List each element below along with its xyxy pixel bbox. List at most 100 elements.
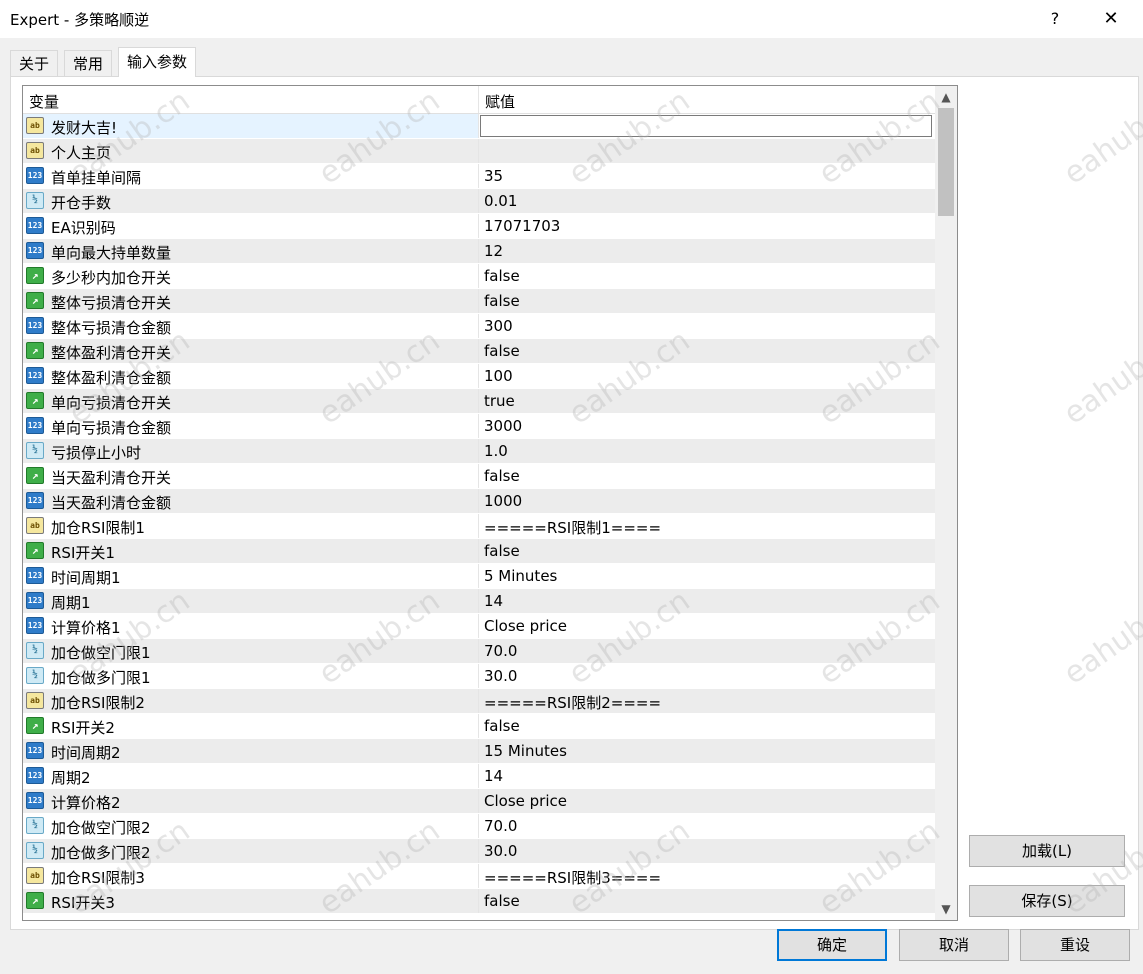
- value-cell[interactable]: 12: [484, 242, 503, 260]
- variable-cell[interactable]: ab 个人主页: [23, 139, 478, 163]
- table-row[interactable]: ab 个人主页: [23, 139, 935, 164]
- value-cell[interactable]: false: [484, 292, 520, 310]
- value-cell[interactable]: =====RSI限制2====: [484, 692, 661, 713]
- table-row[interactable]: ½ 加仓做空门限2 70.0: [23, 814, 935, 839]
- table-row[interactable]: 123 时间周期1 5 Minutes: [23, 564, 935, 589]
- value-cell[interactable]: =====RSI限制3====: [484, 867, 661, 888]
- value-cell[interactable]: 30.0: [484, 842, 517, 860]
- table-row[interactable]: ↗ 单向亏损清仓开关 true: [23, 389, 935, 414]
- scroll-down-icon[interactable]: ▼: [935, 899, 957, 919]
- variable-cell[interactable]: 123 周期1: [23, 589, 478, 613]
- variable-cell[interactable]: ↗ 整体盈利清仓开关: [23, 339, 478, 363]
- variable-cell[interactable]: ↗ 当天盈利清仓开关: [23, 464, 478, 488]
- value-cell[interactable]: Close price: [484, 792, 567, 810]
- table-row[interactable]: 123 首单挂单间隔 35: [23, 164, 935, 189]
- value-cell[interactable]: 70.0: [484, 642, 517, 660]
- variable-cell[interactable]: 123 时间周期1: [23, 564, 478, 588]
- table-row[interactable]: 123 周期1 14: [23, 589, 935, 614]
- table-row[interactable]: ½ 加仓做多门限2 30.0: [23, 839, 935, 864]
- table-row[interactable]: ab 发财大吉!: [23, 114, 935, 139]
- value-cell[interactable]: 14: [484, 767, 503, 785]
- value-cell[interactable]: 1000: [484, 492, 522, 510]
- table-row[interactable]: 123 整体亏损清仓金额 300: [23, 314, 935, 339]
- value-cell[interactable]: 1.0: [484, 442, 508, 460]
- scroll-up-icon[interactable]: ▲: [935, 87, 957, 107]
- value-cell[interactable]: false: [484, 342, 520, 360]
- table-row[interactable]: ↗ RSI开关3 false: [23, 889, 935, 914]
- table-row[interactable]: 123 整体盈利清仓金额 100: [23, 364, 935, 389]
- save-button[interactable]: 保存(S): [969, 885, 1125, 917]
- tab-common[interactable]: 常用: [64, 50, 113, 77]
- help-button[interactable]: ?: [1040, 4, 1070, 34]
- variable-cell[interactable]: ½ 亏损停止小时: [23, 439, 478, 463]
- variable-cell[interactable]: 123 整体盈利清仓金额: [23, 364, 478, 388]
- reset-button[interactable]: 重设: [1020, 929, 1130, 961]
- close-button[interactable]: ✕: [1096, 4, 1126, 34]
- load-button[interactable]: 加载(L): [969, 835, 1125, 867]
- table-row[interactable]: 123 时间周期2 15 Minutes: [23, 739, 935, 764]
- variable-cell[interactable]: ab 加仓RSI限制3: [23, 864, 478, 888]
- variable-cell[interactable]: ½ 加仓做空门限2: [23, 814, 478, 838]
- variable-cell[interactable]: 123 时间周期2: [23, 739, 478, 763]
- table-row[interactable]: 123 计算价格2 Close price: [23, 789, 935, 814]
- variable-cell[interactable]: ↗ RSI开关3: [23, 889, 478, 913]
- table-row[interactable]: ½ 加仓做空门限1 70.0: [23, 639, 935, 664]
- table-row[interactable]: ab 加仓RSI限制2 =====RSI限制2====: [23, 689, 935, 714]
- column-header-value[interactable]: 赋值: [485, 91, 515, 112]
- table-row[interactable]: 123 计算价格1 Close price: [23, 614, 935, 639]
- table-row[interactable]: ½ 亏损停止小时 1.0: [23, 439, 935, 464]
- variable-cell[interactable]: ½ 开仓手数: [23, 189, 478, 213]
- variable-cell[interactable]: ½ 加仓做多门限2: [23, 839, 478, 863]
- variable-cell[interactable]: 123 计算价格1: [23, 614, 478, 638]
- value-cell[interactable]: false: [484, 267, 520, 285]
- value-cell[interactable]: 100: [484, 367, 513, 385]
- variable-cell[interactable]: 123 计算价格2: [23, 789, 478, 813]
- value-cell[interactable]: false: [484, 717, 520, 735]
- variable-cell[interactable]: ↗ 单向亏损清仓开关: [23, 389, 478, 413]
- variable-cell[interactable]: 123 当天盈利清仓金额: [23, 489, 478, 513]
- scrollbar-thumb[interactable]: [938, 108, 954, 216]
- variable-cell[interactable]: ↗ 多少秒内加仓开关: [23, 264, 478, 288]
- value-cell[interactable]: 14: [484, 592, 503, 610]
- value-cell[interactable]: false: [484, 542, 520, 560]
- value-cell[interactable]: 3000: [484, 417, 522, 435]
- table-row[interactable]: ↗ 整体亏损清仓开关 false: [23, 289, 935, 314]
- variable-cell[interactable]: 123 单向最大持单数量: [23, 239, 478, 263]
- value-cell[interactable]: false: [484, 467, 520, 485]
- variable-cell[interactable]: ab 发财大吉!: [23, 114, 478, 138]
- variable-cell[interactable]: 123 周期2: [23, 764, 478, 788]
- table-row[interactable]: ab 加仓RSI限制3 =====RSI限制3====: [23, 864, 935, 889]
- variable-cell[interactable]: ½ 加仓做多门限1: [23, 664, 478, 688]
- variable-cell[interactable]: ab 加仓RSI限制1: [23, 514, 478, 538]
- value-cell[interactable]: 0.01: [484, 192, 517, 210]
- table-row[interactable]: ↗ RSI开关2 false: [23, 714, 935, 739]
- table-row[interactable]: ½ 加仓做多门限1 30.0: [23, 664, 935, 689]
- vertical-scrollbar[interactable]: ▲ ▼: [935, 86, 957, 920]
- variable-cell[interactable]: ½ 加仓做空门限1: [23, 639, 478, 663]
- table-row[interactable]: ab 加仓RSI限制1 =====RSI限制1====: [23, 514, 935, 539]
- ok-button[interactable]: 确定: [777, 929, 887, 961]
- table-row[interactable]: 123 单向最大持单数量 12: [23, 239, 935, 264]
- value-cell[interactable]: 5 Minutes: [484, 567, 557, 585]
- table-row[interactable]: 123 当天盈利清仓金额 1000: [23, 489, 935, 514]
- column-header-variable[interactable]: 变量: [29, 91, 59, 112]
- table-row[interactable]: ↗ 整体盈利清仓开关 false: [23, 339, 935, 364]
- value-cell[interactable]: 15 Minutes: [484, 742, 567, 760]
- variable-cell[interactable]: 123 整体亏损清仓金额: [23, 314, 478, 338]
- table-row[interactable]: 123 EA识别码 17071703: [23, 214, 935, 239]
- variable-cell[interactable]: 123 首单挂单间隔: [23, 164, 478, 188]
- variable-cell[interactable]: ↗ 整体亏损清仓开关: [23, 289, 478, 313]
- variable-cell[interactable]: ↗ RSI开关1: [23, 539, 478, 563]
- value-cell[interactable]: 70.0: [484, 817, 517, 835]
- value-cell[interactable]: =====RSI限制1====: [484, 517, 661, 538]
- table-row[interactable]: ↗ 多少秒内加仓开关 false: [23, 264, 935, 289]
- variable-cell[interactable]: ↗ RSI开关2: [23, 714, 478, 738]
- table-row[interactable]: 123 单向亏损清仓金额 3000: [23, 414, 935, 439]
- table-row[interactable]: ↗ RSI开关1 false: [23, 539, 935, 564]
- value-cell[interactable]: true: [484, 392, 515, 410]
- tab-inputs[interactable]: 输入参数: [118, 47, 197, 77]
- variable-cell[interactable]: 123 EA识别码: [23, 214, 478, 238]
- tab-about[interactable]: 关于: [10, 50, 59, 77]
- variable-cell[interactable]: 123 单向亏损清仓金额: [23, 414, 478, 438]
- value-cell[interactable]: Close price: [484, 617, 567, 635]
